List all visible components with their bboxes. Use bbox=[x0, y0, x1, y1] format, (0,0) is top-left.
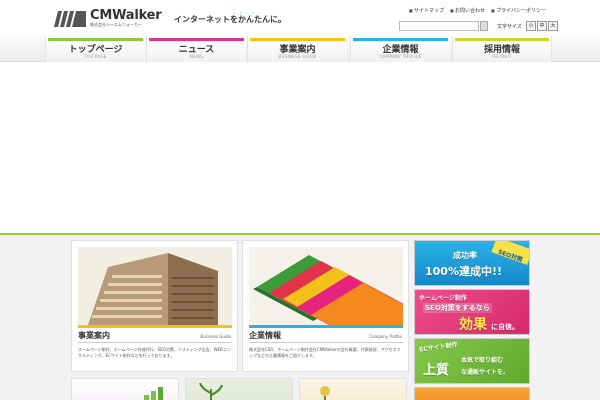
nav-item-top[interactable]: トップページ TOP PAGE bbox=[45, 36, 145, 62]
card-title: 事業案内 bbox=[78, 331, 110, 340]
banner-line4: な通販サイトを。 bbox=[461, 369, 510, 376]
nav-sublabel: COMPANY PROFILE bbox=[379, 54, 422, 59]
logo-text: CMWalker bbox=[90, 8, 162, 23]
logo-mark-icon bbox=[54, 11, 86, 27]
building-image bbox=[78, 247, 232, 325]
banner-line3: 本気で取り組む bbox=[461, 357, 504, 364]
nav-color-bar bbox=[48, 38, 143, 41]
nav-item-company[interactable]: 企業情報 COMPANY PROFILE bbox=[350, 36, 450, 62]
company-card[interactable]: 企業情報 Company Profile 株式会社CSR、ホームページ制作会社C… bbox=[242, 240, 409, 372]
banner-line1: 成功率 bbox=[453, 251, 477, 260]
flower-icon bbox=[320, 386, 330, 400]
tagline-dots: ・・・・ bbox=[232, 11, 257, 17]
folders-image bbox=[249, 247, 403, 325]
font-size-small-button[interactable]: 小 bbox=[526, 21, 536, 31]
plant-icon bbox=[199, 383, 223, 400]
card-subtitle: Business Guide bbox=[200, 334, 231, 339]
link-sitemap[interactable]: サイトマップ bbox=[409, 7, 444, 14]
badge-text: SEO対策 bbox=[496, 248, 524, 264]
card-divider bbox=[249, 342, 403, 343]
banner-line2: 100%達成中!! bbox=[425, 265, 503, 278]
logo[interactable]: CMWalker 株式会社シーエムウォーカー bbox=[54, 8, 166, 29]
font-size-medium-button[interactable]: 中 bbox=[537, 21, 547, 31]
nav-color-bar bbox=[250, 38, 345, 41]
search-button[interactable] bbox=[480, 21, 488, 31]
homepage-seo-banner[interactable]: ホームページ制作 SEO対策をするなら 効果 に自信。 bbox=[414, 289, 530, 335]
ec-site-banner[interactable]: ECサイト制作 上質 本気で取り組む な通販サイトを。 bbox=[414, 338, 530, 384]
banner-line3: 効果 bbox=[459, 317, 487, 333]
card-title: 企業情報 bbox=[249, 331, 281, 340]
bottom-card-2[interactable] bbox=[185, 378, 293, 400]
link-contact[interactable]: お問い合わせ bbox=[450, 7, 485, 14]
nav-sublabel: TOP PAGE bbox=[84, 54, 107, 59]
banner-line2: 上質 bbox=[423, 363, 450, 378]
nav-item-business[interactable]: 事業案内 BUSINESS GUIDE bbox=[247, 36, 347, 62]
nav-sublabel: BUSINESS GUIDE bbox=[278, 54, 317, 59]
banner-line1: ECサイト制作 bbox=[418, 341, 458, 354]
business-card[interactable]: 事業案内 Business Guide ホームページ制作、ホームページ作成代行、… bbox=[71, 240, 238, 372]
logo-subtitle: 株式会社シーエムウォーカー bbox=[90, 22, 142, 27]
bottom-banner[interactable] bbox=[414, 387, 530, 400]
banner-line1: ホームページ制作 bbox=[419, 295, 467, 302]
card-color-bar bbox=[249, 325, 403, 328]
chart-bars-icon bbox=[144, 387, 163, 400]
nav-sublabel: RECRUIT bbox=[492, 54, 512, 59]
nav-item-recruit[interactable]: 採用情報 RECRUIT bbox=[452, 36, 552, 62]
card-description: 株式会社CSR、ホームページ制作会社CMWalkerの会社概要、代表挨拶、アクセ… bbox=[249, 347, 401, 358]
font-size-large-button[interactable]: 大 bbox=[548, 21, 558, 31]
nav-color-bar bbox=[149, 38, 244, 41]
card-description: ホームページ制作、ホームページ作成代行、SEO対策、リスティング広告、WEBコン… bbox=[78, 347, 231, 358]
card-divider bbox=[78, 342, 232, 343]
link-privacy[interactable]: プライバシーポリシー bbox=[491, 7, 546, 14]
global-nav: トップページ TOP PAGE ニュース NEWS 事業案内 BUSINESS … bbox=[0, 36, 600, 62]
header: CMWalker 株式会社シーエムウォーカー インターネットをかんたんに。 ・・… bbox=[0, 0, 600, 36]
seo-success-banner[interactable]: 成功率 100%達成中!! SEO対策 bbox=[414, 240, 530, 286]
bottom-card-1[interactable] bbox=[71, 378, 179, 400]
banner-line4: に自信。 bbox=[491, 323, 519, 331]
top-links: サイトマップ お問い合わせ プライバシーポリシー bbox=[409, 7, 546, 14]
card-subtitle: Company Profile bbox=[369, 334, 402, 339]
bottom-card-3[interactable] bbox=[299, 378, 407, 400]
tagline: インターネットをかんたんに。 bbox=[174, 15, 286, 24]
card-color-bar bbox=[78, 325, 232, 328]
nav-color-bar bbox=[353, 38, 448, 41]
font-size-label: 文字サイズ bbox=[497, 24, 522, 30]
banner-line2: SEO対策をするなら bbox=[423, 303, 492, 313]
search-input[interactable] bbox=[399, 21, 479, 31]
nav-sublabel: NEWS bbox=[189, 54, 204, 59]
seo-badge: SEO対策 bbox=[491, 241, 529, 266]
nav-color-bar bbox=[455, 38, 549, 41]
nav-item-news[interactable]: ニュース NEWS bbox=[146, 36, 246, 62]
